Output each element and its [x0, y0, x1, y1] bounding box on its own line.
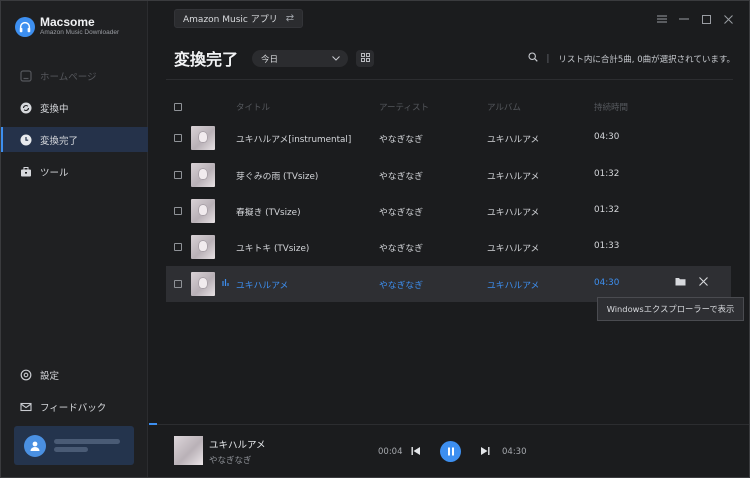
maximize-icon[interactable] [695, 12, 717, 26]
source-label: Amazon Music アプリ [183, 15, 278, 25]
previous-track-icon[interactable] [410, 445, 422, 457]
track-title: ユキハルアメ[instrumental] [236, 135, 352, 145]
sidebar-item-label: 変換完了 [40, 135, 79, 147]
track-duration: 04:30 [594, 278, 620, 288]
sidebar-item-converted[interactable]: 変換完了 [1, 127, 148, 152]
chevron-down-icon [332, 54, 340, 64]
status-area: | リスト内に合計5曲, 0曲が選択されています。 [527, 52, 735, 65]
source-switch-button[interactable]: Amazon Music アプリ ⇄ [174, 9, 304, 28]
app-window: Macsome Amazon Music Downloader ホームページ 変… [0, 0, 750, 478]
app-subtitle: Amazon Music Downloader [40, 29, 120, 36]
grid-view-button[interactable] [356, 50, 374, 67]
sidebar-item-label: 変換中 [40, 103, 69, 115]
column-header-duration[interactable]: 持続時間 [594, 101, 628, 113]
sidebar-item-label: フィードバック [40, 402, 107, 414]
track-artist: やなぎなぎ [379, 281, 423, 291]
gear-icon [19, 368, 32, 381]
track-duration: 01:32 [594, 169, 620, 179]
now-playing-icon [222, 278, 230, 289]
next-track-icon[interactable] [479, 445, 491, 457]
row-checkbox[interactable] [174, 207, 182, 215]
player-divider [149, 424, 749, 425]
total-time: 04:30 [502, 447, 527, 457]
tooltip: Windowsエクスプローラーで表示 [597, 297, 744, 321]
minimize-icon[interactable] [673, 12, 695, 26]
sidebar-item-converting[interactable]: 変換中 [1, 95, 148, 120]
track-duration: 04:30 [594, 132, 620, 142]
select-all-checkbox[interactable] [174, 103, 182, 111]
sidebar-item-label: ツール [40, 167, 69, 179]
track-artist: やなぎなぎ [379, 208, 423, 218]
folder-icon[interactable] [675, 277, 686, 289]
table-row[interactable]: ユキハルアメ[instrumental] やなぎなぎ ユキハルアメ 04:30 [166, 120, 731, 156]
track-album: ユキハルアメ [487, 135, 540, 145]
app-name: Macsome [40, 15, 95, 29]
track-artist: やなぎなぎ [379, 135, 423, 145]
sidebar-item-feedback[interactable]: フィードバック [1, 394, 148, 419]
album-art [191, 199, 215, 223]
grid-icon [360, 52, 370, 65]
sidebar-item-label: 設定 [40, 370, 60, 382]
window-controls [651, 12, 739, 26]
row-checkbox[interactable] [174, 243, 182, 251]
date-filter-value: 今日 [261, 54, 279, 65]
track-artist: やなぎなぎ [379, 172, 423, 182]
header-divider [166, 79, 733, 80]
converting-icon [19, 101, 32, 114]
player-track-artist: やなぎなぎ [209, 456, 252, 466]
track-artist: やなぎなぎ [379, 244, 423, 254]
table-row[interactable]: 芽ぐみの雨 (TVsize) やなぎなぎ ユキハルアメ 01:32 [166, 157, 731, 193]
track-album: ユキハルアメ [487, 281, 540, 291]
track-title: 芽ぐみの雨 (TVsize) [236, 172, 319, 182]
column-header-artist[interactable]: アーティスト [379, 101, 429, 113]
page-title: 変換完了 [174, 50, 239, 69]
sidebar-item-settings[interactable]: 設定 [1, 362, 148, 387]
user-account-card[interactable] [14, 426, 134, 465]
track-album: ユキハルアメ [487, 208, 540, 218]
user-info-redacted [54, 436, 120, 455]
column-header-album[interactable]: アルバム [487, 101, 521, 113]
track-album: ユキハルアメ [487, 172, 540, 182]
current-time: 00:04 [378, 447, 403, 457]
column-header-title[interactable]: タイトル [236, 101, 270, 113]
row-checkbox[interactable] [174, 171, 182, 179]
track-title: ユキハルアメ [236, 281, 289, 291]
separator: | [546, 53, 550, 64]
player-album-art [174, 436, 203, 465]
home-icon [19, 69, 32, 82]
menu-icon[interactable] [651, 12, 673, 26]
sidebar-item-label: ホームページ [40, 71, 97, 83]
row-checkbox[interactable] [174, 134, 182, 142]
album-art [191, 163, 215, 187]
sidebar: Macsome Amazon Music Downloader ホームページ 変… [1, 1, 148, 477]
date-filter-select[interactable]: 今日 [252, 50, 348, 67]
track-title: ユキトキ (TVsize) [236, 244, 310, 254]
clock-icon [19, 133, 32, 146]
table-row[interactable]: ユキトキ (TVsize) やなぎなぎ ユキハルアメ 01:33 [166, 229, 731, 265]
album-art [191, 126, 215, 150]
search-icon[interactable] [527, 52, 538, 65]
sidebar-item-tools[interactable]: ツール [1, 159, 148, 184]
row-checkbox[interactable] [174, 280, 182, 288]
table-row[interactable]: 春擬き (TVsize) やなぎなぎ ユキハルアメ 01:32 [166, 193, 731, 229]
delete-icon[interactable] [699, 277, 708, 289]
pause-button[interactable] [440, 441, 461, 462]
selection-status: リスト内に合計5曲, 0曲が選択されています。 [558, 54, 735, 65]
track-title: 春擬き (TVsize) [236, 208, 301, 218]
mail-icon [19, 400, 32, 413]
track-duration: 01:33 [594, 241, 620, 251]
sidebar-item-home[interactable]: ホームページ [1, 63, 148, 88]
playback-progress[interactable] [149, 423, 157, 425]
track-album: ユキハルアメ [487, 244, 540, 254]
user-avatar-icon [24, 434, 46, 457]
player-track-title: ユキハルアメ [209, 440, 266, 451]
close-icon[interactable] [717, 12, 739, 26]
brand: Macsome Amazon Music Downloader [15, 16, 119, 37]
album-art [191, 272, 215, 296]
swap-icon: ⇄ [285, 13, 295, 24]
headphones-logo-icon [15, 16, 35, 37]
album-art [191, 235, 215, 259]
track-duration: 01:32 [594, 205, 620, 215]
toolbox-icon [19, 165, 32, 178]
